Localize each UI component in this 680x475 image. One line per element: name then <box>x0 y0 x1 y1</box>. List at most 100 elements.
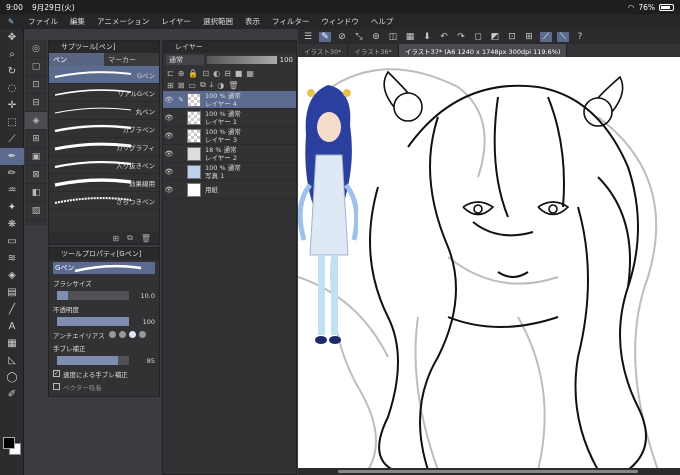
copy-subtool-icon[interactable]: ⧉ <box>127 233 133 243</box>
brush-item[interactable]: ざらつきペン <box>49 192 159 210</box>
brush-item[interactable]: 入り抜きペン <box>49 156 159 174</box>
doc-tab[interactable]: イラスト37* (A6 1240 x 1748px 300dpi 119.6%) <box>398 44 568 57</box>
eye-icon[interactable]: 👁 <box>163 168 175 176</box>
opacity-slider[interactable] <box>57 316 129 326</box>
stabilization-slider[interactable] <box>57 355 129 365</box>
brush-item[interactable]: 効果線用 <box>49 174 159 192</box>
correction-icon[interactable]: ✐ <box>0 386 24 403</box>
eye-icon[interactable]: 👁 <box>163 132 175 140</box>
gradient-icon[interactable]: ▤ <box>0 284 24 301</box>
layer-row[interactable]: 👁 100 % 通常 写真 1 <box>163 163 296 181</box>
horizontal-scrollbar[interactable] <box>298 468 680 475</box>
group-2-icon[interactable]: ▢ <box>25 58 47 76</box>
zoom-icon[interactable]: ⌕ <box>0 46 24 63</box>
menu-icon[interactable]: ☰ <box>302 32 314 42</box>
tab-pen[interactable]: ペン <box>49 53 104 66</box>
ruler-icon[interactable]: ◺ <box>0 352 24 369</box>
tab-marker[interactable]: マーカー <box>104 53 159 66</box>
menu-filter[interactable]: フィルター <box>266 16 315 27</box>
merge-icon[interactable]: ⤓ <box>210 80 214 90</box>
group-9-icon[interactable]: ◧ <box>25 184 47 202</box>
new-raster-icon[interactable]: ⊞ <box>167 81 174 90</box>
group-10-icon[interactable]: ▨ <box>25 202 47 220</box>
draft-icon[interactable]: ⊟ <box>224 69 231 78</box>
menu-animation[interactable]: アニメーション <box>91 16 155 27</box>
brush-size-value[interactable]: 10.0 <box>133 292 155 300</box>
blend-icon[interactable]: ≋ <box>0 250 24 267</box>
alpha-lock-icon[interactable]: ⊡ <box>202 69 209 78</box>
copy-layer-icon[interactable]: ⧉ <box>200 80 206 90</box>
pencil-icon[interactable]: ✏ <box>0 165 24 182</box>
lock-icon[interactable]: 🔒 <box>188 69 198 78</box>
view-icon[interactable]: ◫ <box>387 32 399 42</box>
group-6-icon[interactable]: ⊞ <box>25 130 47 148</box>
menu-selection[interactable]: 選択範囲 <box>197 16 239 27</box>
fill-select-icon[interactable]: ◩ <box>489 32 501 42</box>
brush-item[interactable]: カリグラフィ <box>49 138 159 156</box>
group-8-icon[interactable]: ⊠ <box>25 166 47 184</box>
layer-opacity-bar[interactable] <box>207 56 277 64</box>
help-icon[interactable]: ? <box>574 32 586 42</box>
delete-layer-icon[interactable]: 🗑 <box>228 81 238 90</box>
brush-item[interactable]: Gペン <box>49 66 159 84</box>
save-icon[interactable]: ⬇ <box>421 32 433 42</box>
menu-edit[interactable]: 編集 <box>64 16 91 27</box>
eyedrop-mode-icon[interactable]: ⊘ <box>336 32 348 42</box>
select-icon[interactable]: ⬚ <box>0 114 24 131</box>
ref-icon[interactable]: ⊕ <box>178 69 185 78</box>
foreground-color[interactable] <box>3 437 15 449</box>
group-1-icon[interactable]: ◎ <box>25 40 47 58</box>
mask-icon[interactable]: ◐ <box>213 69 220 78</box>
balloon-icon[interactable]: ◯ <box>0 369 24 386</box>
grid-icon[interactable]: ▦ <box>404 32 416 42</box>
brush-item[interactable]: 丸ペン <box>49 102 159 120</box>
opacity-value[interactable]: 100 <box>133 318 155 326</box>
transform-icon[interactable]: ⤡ <box>353 32 365 42</box>
camera-icon[interactable]: ⊚ <box>370 32 382 42</box>
blend-mode-select[interactable]: 通常 <box>166 55 204 65</box>
layer-row[interactable]: 👁 用紙 <box>163 181 296 199</box>
decoration-icon[interactable]: ❋ <box>0 216 24 233</box>
antialias-selector[interactable] <box>109 331 146 338</box>
menu-window[interactable]: ウィンドウ <box>315 16 365 27</box>
menu-help[interactable]: ヘルプ <box>365 16 400 27</box>
menu-layer[interactable]: レイヤー <box>155 16 197 27</box>
vector-line-icon[interactable]: ⟋ <box>540 31 552 42</box>
figure-icon[interactable]: ╱ <box>0 301 24 318</box>
eye-icon[interactable]: 👁 <box>163 96 175 104</box>
clip-icon[interactable]: ⊏ <box>167 69 174 78</box>
group-4-icon[interactable]: ⊟ <box>25 94 47 112</box>
text-icon[interactable]: A <box>0 318 24 335</box>
lasso-icon[interactable]: ◌ <box>0 80 24 97</box>
group-3-icon[interactable]: ⊡ <box>25 76 47 94</box>
invert-icon[interactable]: ⊞ <box>523 32 535 42</box>
delete-subtool-icon[interactable]: 🗑 <box>141 234 151 243</box>
mask-add-icon[interactable]: ◑ <box>217 81 224 90</box>
layer-row[interactable]: 👁 100 % 通常 レイヤー 3 <box>163 127 296 145</box>
redo-icon[interactable]: ↷ <box>455 32 467 42</box>
new-vector-icon[interactable]: ⊠ <box>178 81 185 90</box>
doc-tab[interactable]: イラスト30* <box>298 44 349 57</box>
move-hand-icon[interactable]: ✥ <box>0 29 24 46</box>
layer-opacity-value[interactable]: 100 <box>280 56 293 64</box>
group-5-icon[interactable]: ◈ <box>25 112 47 130</box>
brush-item[interactable]: カブラペン <box>49 120 159 138</box>
group-7-icon[interactable]: ▣ <box>25 148 47 166</box>
clear-icon[interactable]: ◻ <box>472 32 484 42</box>
move-layer-icon[interactable]: ✛ <box>0 97 24 114</box>
vector-snap-checkbox[interactable] <box>53 383 60 390</box>
stabilization-value[interactable]: 85 <box>133 357 155 365</box>
color-swatches[interactable] <box>3 437 21 455</box>
eye-icon[interactable]: 👁 <box>163 150 175 158</box>
color-icon[interactable]: ■ <box>235 69 243 78</box>
eye-icon[interactable]: 👁 <box>163 186 175 194</box>
layer-row[interactable]: 👁 18 % 通常 レイヤー 2 <box>163 145 296 163</box>
palette-icon[interactable]: ▦ <box>246 69 254 78</box>
app-icon[interactable]: ✎ <box>0 17 22 26</box>
pen-mode-icon[interactable]: ✎ <box>319 31 331 42</box>
correct-line-icon[interactable]: ⟍ <box>557 31 569 42</box>
airbrush-icon[interactable]: ✦ <box>0 199 24 216</box>
brush-size-slider[interactable] <box>57 290 129 300</box>
menu-view[interactable]: 表示 <box>239 16 266 27</box>
eyedropper-icon[interactable]: ⟋ <box>0 131 24 148</box>
